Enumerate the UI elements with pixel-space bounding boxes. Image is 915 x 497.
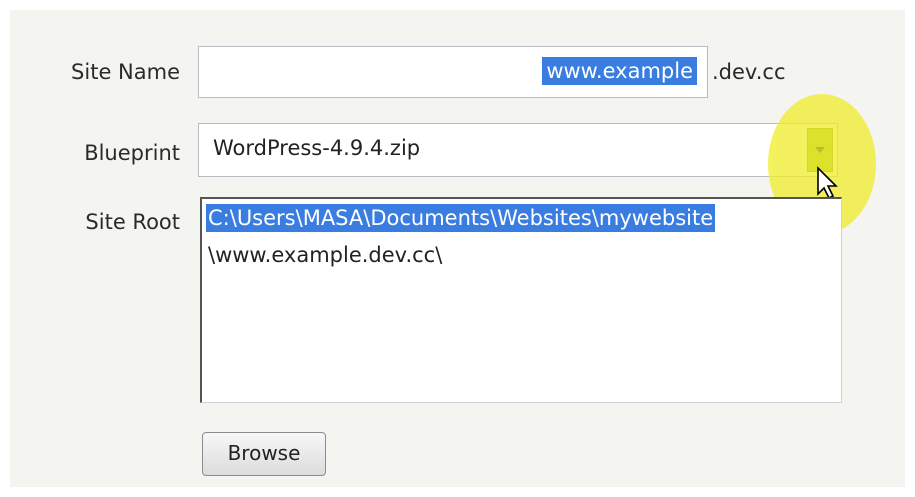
site-settings-panel: Site Name www.example .dev.cc Blueprint … [10,10,905,487]
blueprint-dropdown-button[interactable] [807,128,833,172]
site-root-path-selected: C:\Users\MASA\Documents\Websites\mywebsi… [206,204,716,232]
blueprint-label: Blueprint [84,141,180,165]
site-name-suffix: .dev.cc [712,60,786,84]
blueprint-selected-value: WordPress-4.9.4.zip [213,136,421,160]
browse-button[interactable]: Browse [202,432,326,476]
site-name-selected-text: www.example [542,57,697,85]
site-name-input[interactable]: www.example [198,46,708,98]
blueprint-select[interactable]: WordPress-4.9.4.zip [198,123,838,177]
site-root-textarea[interactable]: C:\Users\MASA\Documents\Websites\mywebsi… [200,197,842,403]
site-name-label: Site Name [71,60,180,84]
chevron-down-icon [815,147,825,153]
site-root-path-suffix: \www.example.dev.cc\ [208,243,443,267]
site-root-label: Site Root [85,210,180,234]
